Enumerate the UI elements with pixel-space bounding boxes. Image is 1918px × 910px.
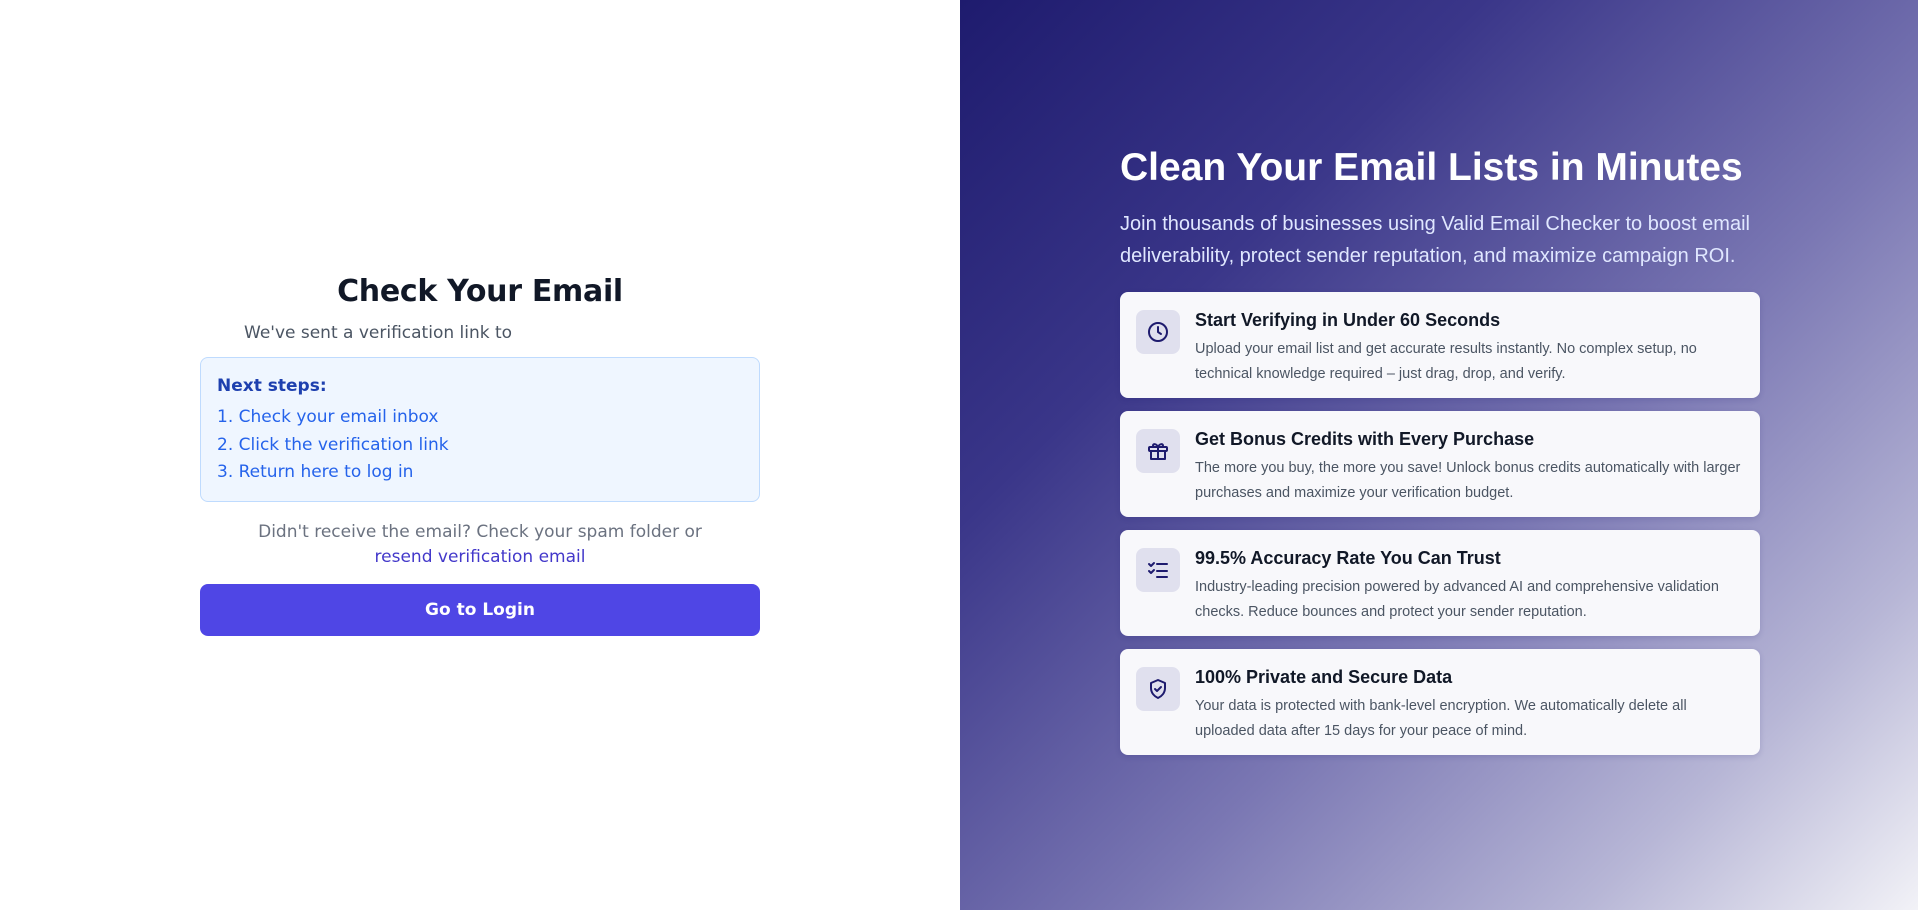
- feature-description: Your data is protected with bank-level e…: [1195, 698, 1687, 739]
- go-to-login-button[interactable]: Go to Login: [200, 583, 760, 636]
- checklist-icon: [1136, 548, 1180, 592]
- feature-description: The more you buy, the more you save! Unl…: [1195, 460, 1741, 501]
- next-steps-list: 1. Check your email inbox 2. Click the v…: [217, 404, 743, 487]
- check-email-card: Check Your Email We've sent a verificati…: [200, 274, 760, 636]
- hero: Clean Your Email Lists in Minutes Join t…: [1120, 146, 1780, 768]
- marketing-panel: Clean Your Email Lists in Minutes Join t…: [960, 0, 1918, 910]
- next-step-item: 3. Return here to log in: [217, 462, 414, 482]
- next-steps-box: Next steps: 1. Check your email inbox 2.…: [200, 357, 760, 502]
- feature-text: Start Verifying in Under 60 Seconds Uplo…: [1195, 310, 1744, 398]
- resend-prompt: Didn't receive the email? Check your spa…: [200, 520, 760, 570]
- feature-card: Get Bonus Credits with Every Purchase Th…: [1120, 411, 1760, 517]
- sent-message: We've sent a verification link to: [200, 323, 760, 343]
- gift-icon: [1136, 429, 1180, 473]
- feature-list: Start Verifying in Under 60 Seconds Uplo…: [1120, 292, 1760, 755]
- page-title: Check Your Email: [337, 274, 623, 309]
- feature-title: 100% Private and Secure Data: [1195, 667, 1453, 687]
- next-step-item: 2. Click the verification link: [217, 434, 449, 455]
- resend-prompt-text: Didn't receive the email? Check your spa…: [258, 521, 702, 542]
- feature-card: 100% Private and Secure Data Your data i…: [1120, 649, 1760, 755]
- next-step-item: 1. Check your email inbox: [217, 407, 439, 427]
- shield-check-icon: [1136, 667, 1180, 711]
- feature-card: Start Verifying in Under 60 Seconds Uplo…: [1120, 292, 1760, 398]
- verification-panel: Check Your Email We've sent a verificati…: [0, 0, 960, 910]
- feature-text: Get Bonus Credits with Every Purchase Th…: [1195, 429, 1744, 517]
- next-steps-title: Next steps:: [217, 376, 327, 396]
- hero-title: Clean Your Email Lists in Minutes: [1120, 146, 1743, 189]
- sent-message-text: We've sent a verification link to: [244, 323, 513, 343]
- feature-description: Upload your email list and get accurate …: [1195, 341, 1697, 382]
- feature-description: Industry-leading precision powered by ad…: [1195, 579, 1719, 620]
- feature-title: Start Verifying in Under 60 Seconds: [1195, 310, 1501, 330]
- feature-text: 100% Private and Secure Data Your data i…: [1195, 667, 1744, 755]
- feature-title: Get Bonus Credits with Every Purchase: [1195, 429, 1535, 449]
- feature-card: 99.5% Accuracy Rate You Can Trust Indust…: [1120, 530, 1760, 636]
- clock-icon: [1136, 310, 1180, 354]
- hero-subtitle: Join thousands of businesses using Valid…: [1120, 213, 1750, 267]
- feature-text: 99.5% Accuracy Rate You Can Trust Indust…: [1195, 548, 1744, 636]
- resend-verification-link[interactable]: resend verification email: [200, 545, 760, 570]
- feature-title: 99.5% Accuracy Rate You Can Trust: [1195, 548, 1501, 568]
